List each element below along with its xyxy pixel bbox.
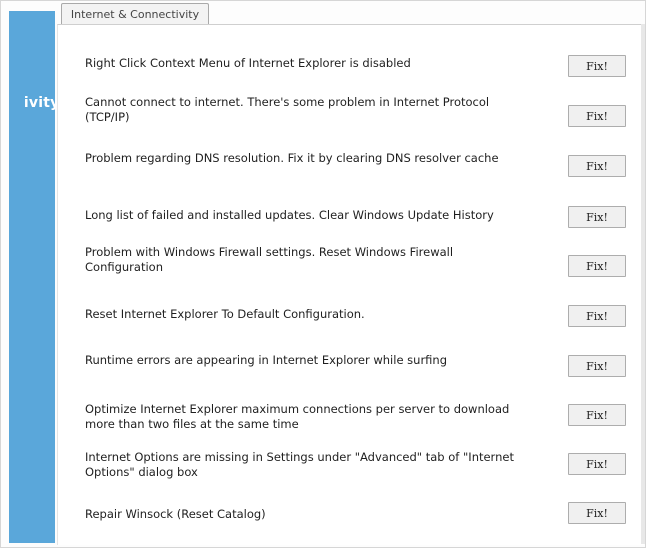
issue-text: Cannot connect to internet. There's some… (85, 95, 490, 124)
issue-text: Long list of failed and installed update… (85, 208, 494, 222)
issue-row: Cannot connect to internet. There's some… (85, 95, 633, 135)
fix-button[interactable]: Fix! (568, 305, 626, 327)
issue-row: Problem regarding DNS resolution. Fix it… (85, 151, 633, 191)
issue-row: Right Click Context Menu of Internet Exp… (85, 55, 633, 95)
sidebar-category-connectivity[interactable]: tivity (25, 95, 57, 111)
issue-row: Runtime errors are appearing in Internet… (85, 352, 633, 392)
issue-row: Long list of failed and installed update… (85, 206, 633, 247)
issues-panel: Right Click Context Menu of Internet Exp… (57, 24, 644, 545)
issue-row: Repair Winsock (Reset Catalog) Fix! (85, 502, 633, 542)
fix-button[interactable]: Fix! (568, 55, 626, 77)
tab-internet-connectivity[interactable]: Internet & Connectivity (61, 3, 209, 25)
issue-row: Optimize Internet Explorer maximum conne… (85, 402, 633, 442)
fix-button[interactable]: Fix! (568, 453, 626, 475)
fix-button[interactable]: Fix! (568, 355, 626, 377)
issue-text: Right Click Context Menu of Internet Exp… (85, 56, 411, 70)
fix-button[interactable]: Fix! (568, 206, 626, 228)
issue-text: Repair Winsock (Reset Catalog) (85, 507, 266, 521)
fix-button[interactable]: Fix! (568, 255, 626, 277)
issue-text: Runtime errors are appearing in Internet… (85, 353, 448, 367)
issue-text: Internet Options are missing in Settings… (85, 450, 514, 479)
issue-text: Problem with Windows Firewall settings. … (85, 245, 454, 274)
scrollbar[interactable] (641, 24, 645, 544)
issue-text: Optimize Internet Explorer maximum conne… (85, 402, 510, 431)
fix-button[interactable]: Fix! (568, 155, 626, 177)
issue-text: Reset Internet Explorer To Default Confi… (85, 307, 365, 321)
fix-button[interactable]: Fix! (568, 502, 626, 524)
issue-text: Problem regarding DNS resolution. Fix it… (85, 151, 499, 165)
window-frame: tivity Internet & Connectivity Right Cli… (0, 0, 646, 548)
fix-button[interactable]: Fix! (568, 105, 626, 127)
issue-row: Reset Internet Explorer To Default Confi… (85, 305, 633, 345)
issue-row: Problem with Windows Firewall settings. … (85, 245, 633, 285)
fix-button[interactable]: Fix! (568, 404, 626, 426)
sidebar (9, 11, 55, 543)
issue-row: Internet Options are missing in Settings… (85, 450, 633, 490)
